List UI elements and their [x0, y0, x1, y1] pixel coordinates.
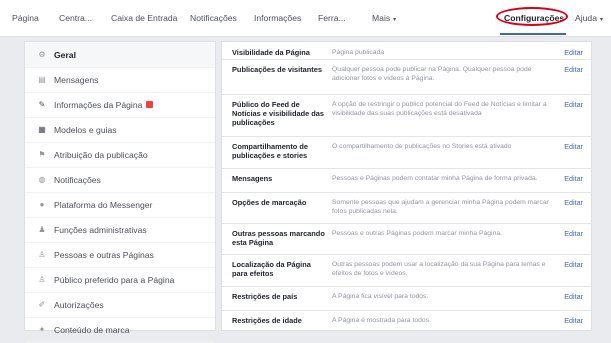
setting-description: A Página é mostrada para todos.	[332, 317, 431, 324]
settings-row-tagging: Opções de marcação Somente pessoas que a…	[222, 192, 591, 224]
edit-link[interactable]: Editar	[564, 292, 583, 301]
pencil-icon: ✎	[38, 100, 46, 109]
sidebar-item-label: Modelos e guias	[54, 124, 117, 135]
sidebar-item-page-roles[interactable]: ♟ Funções administrativas	[25, 217, 215, 243]
active-tab-underline	[500, 33, 566, 35]
setting-label: Visibilidade da Página	[232, 48, 310, 57]
sidebar-item-label: Notificações	[54, 174, 101, 185]
nav-tab-central[interactable]: Centra...	[59, 13, 92, 23]
message-icon: ▤	[38, 75, 46, 84]
setting-label: Restrições de idade	[232, 316, 302, 325]
setting-description: A Página fica visível para todos.	[332, 293, 429, 300]
people-icon: ♙	[38, 250, 46, 259]
settings-sidebar: ⚙ Geral ▤ Mensagens ✎ Informações da Pág…	[24, 41, 216, 343]
sidebar-item-messages[interactable]: ▤ Mensagens	[25, 67, 215, 93]
sidebar-item-authorizations[interactable]: ✐ Autorizações	[25, 292, 215, 318]
nav-tab-help-label: Ajuda	[575, 13, 597, 23]
messenger-icon: ●	[39, 200, 45, 209]
edit-link[interactable]: Editar	[564, 48, 583, 57]
wrench-icon: ✐	[38, 300, 46, 309]
sidebar-item-label: Atribuição da publicação	[54, 149, 148, 160]
settings-row-others-tagging: Outras pessoas marcando esta Página Pess…	[222, 223, 591, 255]
setting-description: A opção de restringir o público potencia…	[332, 101, 547, 117]
edit-link[interactable]: Editar	[564, 174, 583, 183]
sidebar-item-post-attribution[interactable]: ⚑ Atribuição da publicação	[25, 142, 215, 168]
nav-tab-settings[interactable]: Configurações	[504, 13, 564, 23]
sidebar-item-label: Funções administrativas	[54, 224, 147, 235]
setting-label: Mensagens	[232, 174, 273, 183]
setting-description: Outras pessoas podem usar a localização …	[332, 261, 546, 277]
setting-label: Opções de marcação	[232, 198, 307, 207]
nav-tab-help[interactable]: Ajuda ▾	[575, 13, 603, 23]
settings-row-news-feed-audience: Público do Feed de Notícias e visibilida…	[222, 94, 591, 137]
nav-tab-pagina[interactable]: Página	[12, 13, 39, 23]
settings-row-country-restrictions: Restrições de país A Página fica visível…	[222, 286, 591, 311]
setting-label: Compartilhamento de publicações e storie…	[232, 142, 308, 160]
sidebar-item-label: Mensagens	[54, 74, 99, 85]
settings-row-page-visibility: Visibilidade da Página Página publicada …	[222, 42, 591, 60]
nav-tab-tools[interactable]: Ferra...	[318, 13, 346, 23]
sidebar-item-preferred-audience[interactable]: ♙ Público preferido para a Página	[25, 267, 215, 293]
setting-description: Somente pessoas que ajudam a gerenciar m…	[332, 199, 549, 215]
notification-badge	[146, 101, 154, 108]
sidebar-item-label: Geral	[54, 49, 76, 60]
sidebar-item-label: Plataforma do Messenger	[54, 199, 153, 210]
grid-icon: ▦	[38, 125, 46, 134]
settings-row-post-story-sharing: Compartilhamento de publicações e storie…	[222, 136, 591, 169]
nav-tab-notifications[interactable]: Notificações	[190, 13, 237, 23]
setting-label: Público do Feed de Notícias e visibilida…	[232, 100, 325, 127]
edit-link[interactable]: Editar	[564, 229, 583, 238]
sidebar-item-templates[interactable]: ▦ Modelos e guias	[25, 117, 215, 143]
sidebar-item-label: Pessoas e outras Páginas	[54, 249, 154, 260]
sidebar-item-people-pages[interactable]: ♙ Pessoas e outras Páginas	[25, 242, 215, 268]
settings-row-messages: Mensagens Pessoas e Páginas podem contat…	[222, 168, 591, 193]
sidebar-item-notifications[interactable]: ◍ Notificações	[25, 167, 215, 193]
sidebar-item-label: Autorizações	[54, 299, 104, 310]
people-star-icon: ♙	[38, 275, 46, 284]
setting-label: Outras pessoas marcando esta Página	[232, 229, 325, 247]
setting-description: Página publicada	[332, 49, 385, 56]
sidebar-item-page-info[interactable]: ✎ Informações da Página	[25, 92, 215, 118]
setting-description: Pessoas e outras Páginas podem marcar mi…	[332, 230, 503, 237]
sidebar-item-messenger-platform[interactable]: ● Plataforma do Messenger	[25, 192, 215, 218]
setting-label: Publicações de visitantes	[232, 65, 322, 74]
setting-label: Localização da Página para efeitos	[232, 260, 311, 278]
edit-link[interactable]: Editar	[564, 100, 583, 109]
setting-description: Qualquer pessoa pode publicar na Página.…	[332, 66, 532, 82]
flag-icon: ⚑	[38, 150, 46, 159]
sidebar-item-label: Público preferido para a Página	[54, 274, 175, 285]
branded-content-icon: ✦	[38, 325, 46, 334]
setting-description: Pessoas e Páginas podem contatar minha P…	[332, 175, 538, 182]
settings-panel: Visibilidade da Página Página publicada …	[221, 41, 592, 331]
globe-icon: ◍	[38, 175, 46, 184]
sidebar-item-label: Conteúdo de marca	[54, 324, 130, 335]
nav-tab-inbox[interactable]: Caixa de Entrada	[111, 13, 177, 23]
sidebar-item-general[interactable]: ⚙ Geral	[25, 42, 215, 68]
edit-link[interactable]: Editar	[564, 198, 583, 207]
sidebar-item-label: Informações da Página	[54, 99, 143, 110]
nav-tab-more[interactable]: Mais ▾	[372, 13, 396, 23]
nav-tab-insights[interactable]: Informações	[254, 13, 301, 23]
settings-row-visitor-posts: Publicações de visitantes Qualquer pesso…	[222, 59, 591, 95]
settings-row-page-location: Localização da Página para efeitos Outra…	[222, 254, 591, 287]
edit-link[interactable]: Editar	[564, 260, 583, 269]
edit-link[interactable]: Editar	[564, 142, 583, 151]
setting-description: O compartilhamento de publicações no Sto…	[332, 143, 512, 150]
setting-label: Restrições de país	[232, 292, 298, 301]
edit-link[interactable]: Editar	[564, 65, 583, 74]
gear-icon: ⚙	[38, 50, 46, 59]
nav-tab-more-label: Mais	[372, 13, 391, 23]
settings-row-age-restrictions: Restrições de idade A Página é mostrada …	[222, 310, 591, 330]
edit-link[interactable]: Editar	[564, 316, 583, 325]
sidebar-item-branded-content[interactable]: ✦ Conteúdo de marca	[25, 317, 215, 343]
top-nav: Página Centra... Caixa de Entrada Notifi…	[0, 0, 611, 37]
person-icon: ♟	[38, 225, 46, 234]
chevron-down-icon: ▾	[599, 17, 603, 23]
chevron-down-icon: ▾	[393, 17, 397, 23]
